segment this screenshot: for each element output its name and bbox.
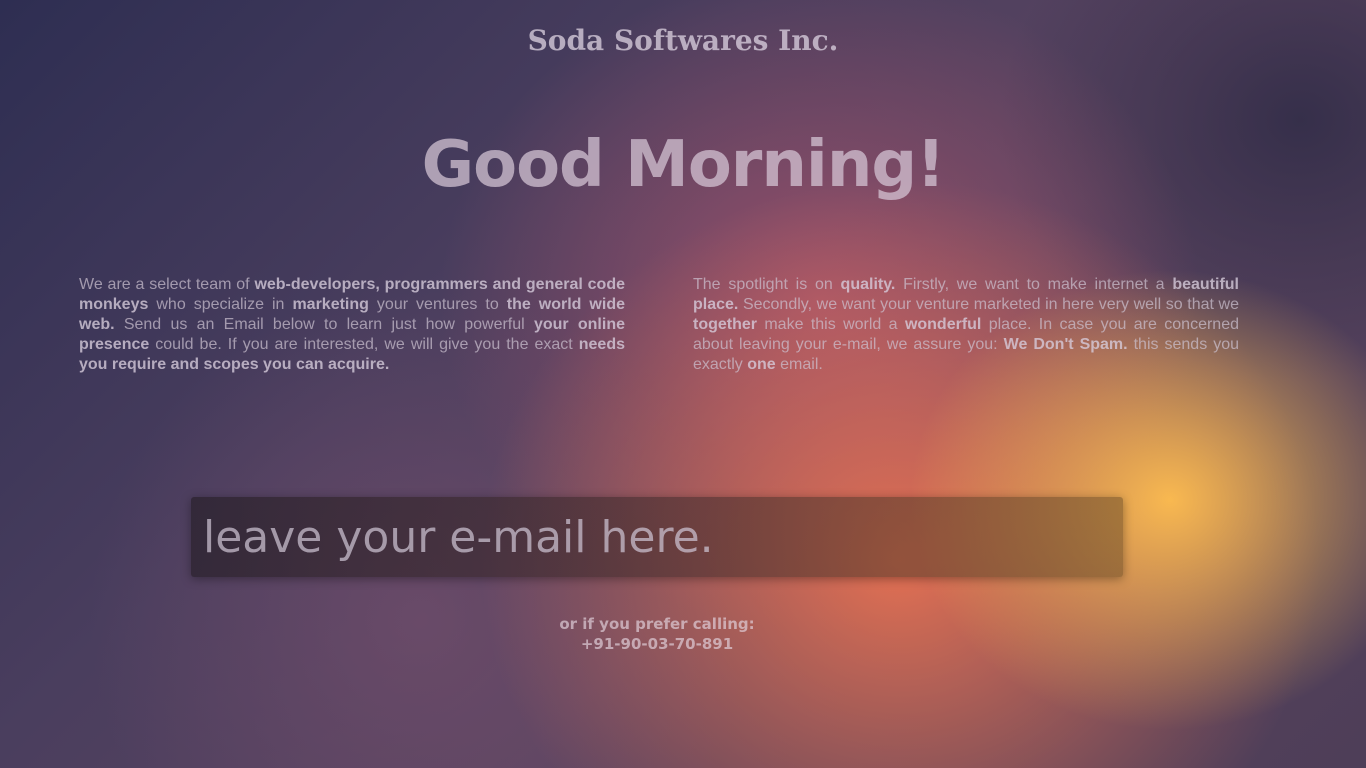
- phone-number[interactable]: +91-90-03-70-891: [0, 634, 1314, 654]
- email-input[interactable]: [191, 497, 1123, 577]
- call-prompt: or if you prefer calling:: [559, 615, 755, 633]
- intro-paragraph-left: We are a select team of web-developers, …: [79, 275, 625, 375]
- emphasis-text: We Don't Spam.: [1003, 336, 1128, 353]
- body-text: your ventures to: [368, 296, 507, 313]
- body-text: make this world a: [757, 316, 905, 333]
- intro-paragraph-right: The spotlight is on quality. Firstly, we…: [693, 275, 1239, 375]
- body-text: could be. If you are interested, we will…: [149, 336, 579, 353]
- body-text: Send us an Email below to learn just how…: [114, 316, 534, 333]
- emphasis-text: marketing: [292, 296, 369, 313]
- greeting-heading: Good Morning!: [421, 128, 946, 202]
- emphasis-text: one: [747, 356, 776, 373]
- company-name: Soda Softwares Inc.: [527, 24, 839, 57]
- emphasis-text: together: [693, 316, 757, 333]
- body-text: We are a select team of: [79, 276, 255, 293]
- call-block: or if you prefer calling: +91-90-03-70-8…: [0, 614, 1314, 654]
- emphasis-text: wonderful: [904, 316, 982, 333]
- body-text: Firstly, we want to make internet a: [895, 276, 1173, 293]
- body-text: who specialize in: [148, 296, 293, 313]
- body-text: Secondly, we want your venture marketed …: [738, 296, 1239, 313]
- body-text: The spotlight is on: [693, 276, 841, 293]
- body-text: email.: [775, 356, 823, 373]
- emphasis-text: quality.: [840, 276, 896, 293]
